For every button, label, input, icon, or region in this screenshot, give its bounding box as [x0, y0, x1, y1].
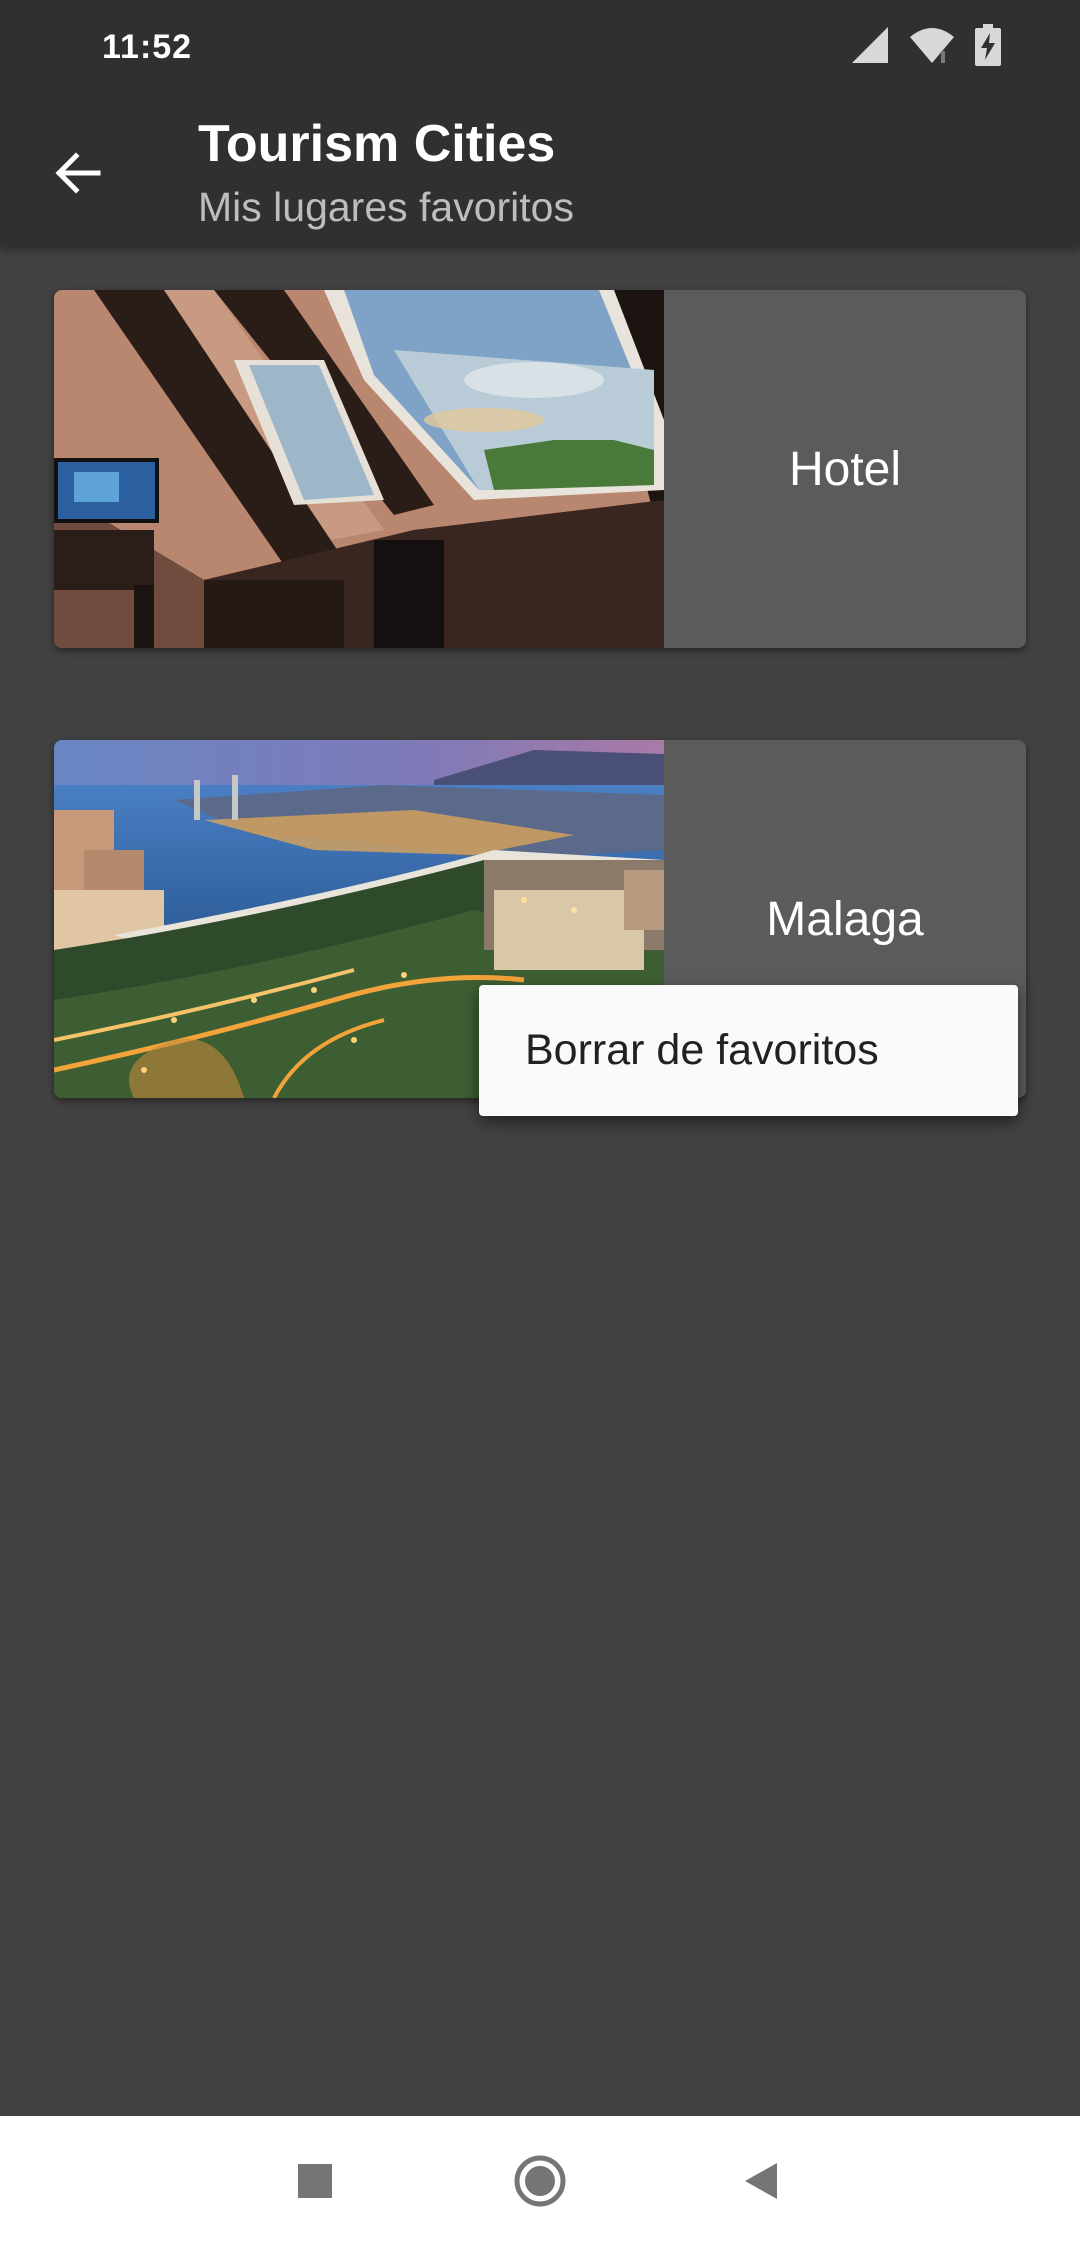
wifi-icon [910, 28, 954, 63]
status-icons [850, 24, 1002, 66]
arrow-back-icon [55, 152, 101, 194]
menu-item-remove-favorite[interactable]: Borrar de favoritos [525, 985, 879, 1116]
status-bar: 11:52 [0, 0, 1080, 94]
app-bar: Tourism Cities Mis lugares favoritos [0, 94, 1080, 246]
favorite-card-hotel[interactable]: Hotel [54, 290, 1026, 648]
back-button[interactable] [36, 132, 118, 214]
screen: 11:52 Tourism Cities Mis lugares favorit… [0, 0, 1080, 2246]
hotel-image [54, 290, 664, 648]
signal-icon [852, 27, 888, 63]
home-circle-icon [514, 2155, 566, 2207]
app-title: Tourism Cities [198, 115, 556, 173]
recents-button[interactable] [278, 2144, 352, 2218]
context-menu: Borrar de favoritos [479, 985, 1018, 1116]
home-button[interactable] [503, 2144, 577, 2218]
back-nav-button[interactable] [724, 2144, 798, 2218]
back-triangle-icon [745, 2163, 777, 2199]
battery-charging-icon [975, 24, 1001, 66]
card-label-hotel: Hotel [788, 442, 902, 496]
system-nav-bar [0, 2116, 1080, 2246]
status-time: 11:52 [102, 28, 193, 66]
app-subtitle: Mis lugares favoritos [198, 184, 574, 230]
recents-square-icon [298, 2164, 332, 2198]
